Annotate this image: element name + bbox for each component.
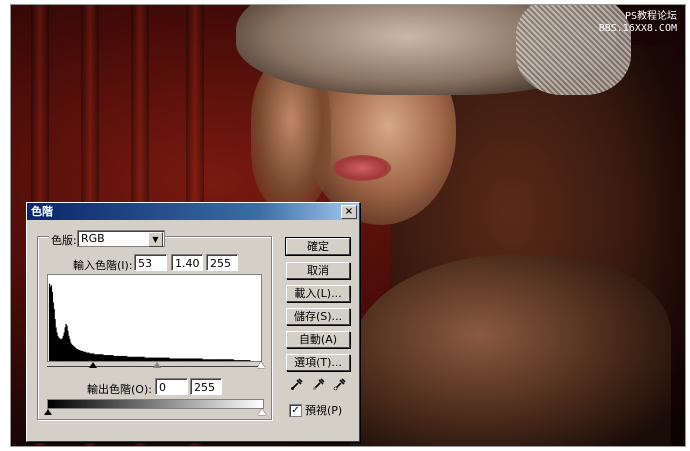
histogram xyxy=(47,274,262,362)
ok-button[interactable]: 確定 xyxy=(285,237,351,256)
output-white-field[interactable]: 255 xyxy=(190,378,222,395)
preview-checkbox[interactable]: ✓ xyxy=(289,404,302,417)
input-black-field[interactable]: 53 xyxy=(134,254,167,271)
save-button[interactable]: 儲存(S)... xyxy=(286,308,350,325)
channel-select[interactable]: RGB ▼ xyxy=(77,230,165,247)
preview-label: 預視(P) xyxy=(305,404,343,417)
output-black-field[interactable]: 0 xyxy=(155,378,188,395)
levels-dialog: 色階 × 色版: RGB ▼ 輸入色階(I): 53 1.40 255 輸出色階… xyxy=(26,202,360,442)
output-white-slider[interactable] xyxy=(258,409,266,415)
white-eyedropper-icon[interactable] xyxy=(333,377,347,391)
cancel-button[interactable]: 取消 xyxy=(286,262,350,279)
input-gamma-field[interactable]: 1.40 xyxy=(171,254,203,271)
black-eyedropper-icon[interactable] xyxy=(290,377,304,391)
gray-eyedropper-icon[interactable] xyxy=(312,377,326,391)
input-levels-label: 輸入色階(I): xyxy=(73,259,133,272)
input-white-slider[interactable] xyxy=(257,362,265,368)
histogram-graph xyxy=(48,283,251,361)
lips xyxy=(333,155,391,181)
histogram-bin xyxy=(249,360,251,361)
options-button[interactable]: 選項(T)... xyxy=(286,354,350,371)
input-black-slider[interactable] xyxy=(89,362,97,368)
close-icon[interactable]: × xyxy=(341,205,357,219)
channel-select-value: RGB xyxy=(81,232,105,245)
output-black-slider[interactable] xyxy=(44,409,52,415)
dialog-title: 色階 xyxy=(31,205,53,218)
dialog-titlebar[interactable]: 色階 × xyxy=(27,203,359,220)
auto-button[interactable]: 自動(A) xyxy=(286,331,350,348)
output-gradient-bar xyxy=(47,399,264,409)
input-gamma-slider[interactable] xyxy=(153,362,161,368)
arm xyxy=(351,255,671,446)
load-button[interactable]: 載入(L)... xyxy=(286,285,350,302)
chevron-down-icon[interactable]: ▼ xyxy=(148,232,163,247)
watermark-line-2: BBS.16XX8.COM xyxy=(598,23,677,34)
watermark: PS教程论坛 BBS.16XX8.COM xyxy=(599,11,677,35)
output-levels-label: 輸出色階(O): xyxy=(87,383,152,396)
watermark-line-1: PS教程论坛 xyxy=(624,11,677,22)
input-white-field[interactable]: 255 xyxy=(206,254,238,271)
channel-label: 色版: xyxy=(49,232,79,248)
